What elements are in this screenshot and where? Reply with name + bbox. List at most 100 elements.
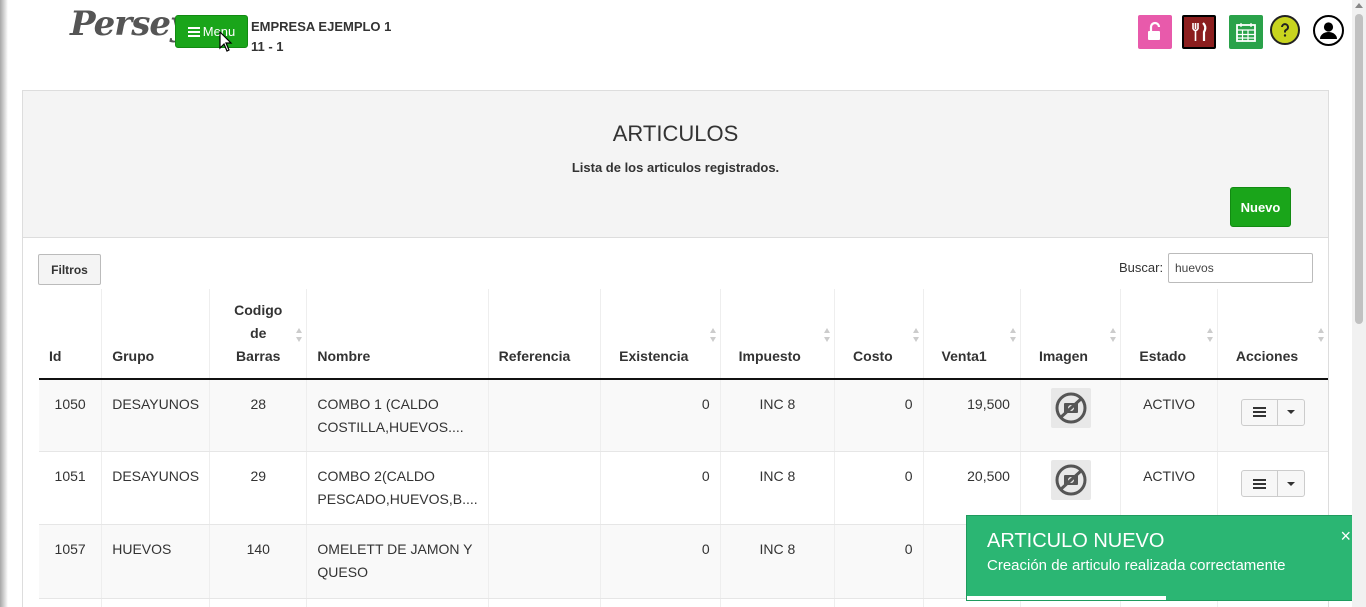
cell-referencia: [488, 524, 602, 599]
toast-title: ARTICULO NUEVO: [987, 530, 1165, 552]
list-icon: [1252, 478, 1266, 489]
restaurant-button[interactable]: [1182, 15, 1216, 49]
sort-icon: [1110, 328, 1117, 342]
calendar-button[interactable]: [1229, 15, 1263, 49]
company-code: 11 - 1: [251, 39, 284, 54]
help-button[interactable]: [1270, 15, 1300, 45]
mouse-cursor-icon: [219, 31, 233, 52]
cell-impuesto: INC 8: [720, 379, 836, 452]
col-venta1[interactable]: Venta1: [923, 289, 1021, 380]
cell-nombre: OMELETT DE JAMON Y QUESO: [306, 524, 489, 599]
cell-nombre: COMBO 2(CALDO PESCADO,HUEVOS,B....: [306, 451, 489, 525]
cell-codigo: 29: [209, 451, 308, 525]
top-header: Persey Menu EMPRESA EJEMPLO 1 11 - 1: [0, 0, 1352, 70]
hamburger-icon: [187, 26, 200, 37]
no-image-icon[interactable]: [1050, 388, 1091, 428]
cell-grupo: HUEVOS: [101, 524, 211, 599]
cell-costo: 0: [834, 451, 924, 525]
filters-button[interactable]: Filtros: [38, 254, 101, 285]
search-label: Buscar:: [1119, 260, 1164, 275]
cell-grupo: DESAYUNOS: [101, 451, 211, 525]
cell-estado: ACTIVO: [1120, 379, 1218, 452]
cell-acciones: [1217, 451, 1328, 525]
col-costo[interactable]: Costo: [834, 289, 924, 380]
cell-venta1: 20,500: [923, 451, 1021, 525]
card-header: ARTICULOS Lista de los articulos registr…: [23, 91, 1328, 238]
table-row: 1050 DESAYUNOS 28 COMBO 1 (CALDO COSTILLA…: [39, 379, 1328, 452]
col-acciones[interactable]: Acciones: [1217, 289, 1328, 380]
col-imagen[interactable]: Imagen: [1020, 289, 1122, 380]
app-logo[interactable]: Persey: [70, 4, 190, 44]
page-scrollbar[interactable]: [1352, 0, 1366, 607]
new-article-button[interactable]: Nuevo: [1230, 187, 1291, 227]
caret-down-icon: [1286, 481, 1295, 486]
cell-impuesto: INC 8: [720, 451, 836, 525]
sort-icon: [1318, 328, 1324, 342]
cell-imagen: [1020, 379, 1122, 452]
sort-icon: [1206, 328, 1213, 342]
fork-knife-icon: [1192, 22, 1207, 41]
sort-icon: [296, 328, 303, 342]
col-impuesto[interactable]: Impuesto: [720, 289, 836, 380]
cell-grupo: DESAYUNOS: [101, 379, 211, 452]
sort-icon: [912, 328, 919, 342]
sort-icon: [709, 328, 716, 342]
cell-codigo: 28: [209, 379, 308, 452]
actions-dropdown-toggle[interactable]: [1278, 400, 1304, 425]
toast-progress-bar: [967, 596, 1166, 600]
col-existencia[interactable]: Existencia: [600, 289, 721, 380]
table-row: 1051 DESAYUNOS 29 COMBO 2(CALDO PESCADO,H…: [39, 451, 1328, 525]
table-header-row: Id Grupo Codigo de Barras Nombre Referen…: [39, 289, 1328, 380]
actions-button-group: [1240, 398, 1305, 426]
cell-codigo: 140: [209, 524, 308, 599]
success-toast: ARTICULO NUEVO Creación de articulo real…: [966, 515, 1366, 601]
cell-existencia: 0: [600, 451, 721, 525]
scrollbar-thumb[interactable]: [1355, 14, 1363, 324]
close-icon[interactable]: ×: [1340, 526, 1351, 547]
cell-id: 1050: [39, 379, 103, 452]
cell-impuesto: INC 8: [720, 524, 836, 599]
cell-existencia: 0: [600, 524, 721, 599]
cell-costo: 0: [834, 524, 924, 599]
page-title: ARTICULOS: [612, 121, 739, 146]
unlock-icon: [1148, 21, 1161, 40]
actions-menu-button[interactable]: [1242, 399, 1278, 425]
list-icon: [1252, 407, 1266, 417]
actions-dropdown-toggle[interactable]: [1278, 471, 1304, 496]
cell-acciones: [1217, 379, 1328, 452]
left-edge-shadow: [0, 0, 8, 607]
search-input[interactable]: [1168, 253, 1313, 283]
col-estado[interactable]: Estado: [1120, 289, 1218, 380]
page-subtitle: Lista de los articulos registrados.: [571, 160, 780, 175]
company-name: EMPRESA EJEMPLO 1: [251, 19, 392, 34]
col-referencia[interactable]: Referencia: [488, 289, 602, 380]
col-nombre[interactable]: Nombre: [306, 289, 489, 380]
user-profile-button[interactable]: [1313, 15, 1344, 46]
toast-message: Creación de articulo realizada correctam…: [987, 557, 1286, 574]
cell-id: 1051: [39, 451, 103, 525]
col-id[interactable]: Id: [39, 289, 103, 380]
cell-venta1: 19,500: [923, 379, 1021, 452]
unlock-button[interactable]: [1138, 15, 1172, 49]
company-info: EMPRESA EJEMPLO 1 11 - 1: [251, 17, 391, 57]
cell-id: 1057: [39, 524, 103, 599]
menu-button[interactable]: Menu: [175, 15, 248, 48]
scroll-up-arrow-icon[interactable]: [1355, 3, 1363, 8]
question-mark-icon: [1281, 23, 1289, 37]
col-grupo[interactable]: Grupo: [101, 289, 211, 380]
sort-icon: [824, 328, 831, 342]
calendar-icon: [1236, 23, 1256, 42]
cell-referencia: [488, 451, 602, 525]
cell-referencia: [488, 379, 602, 452]
cell-imagen: [1020, 451, 1122, 525]
cell-nombre: COMBO 1 (CALDO COSTILLA,HUEVOS....: [306, 379, 489, 452]
cell-existencia: 0: [600, 379, 721, 452]
caret-down-icon: [1286, 410, 1295, 414]
actions-button-group: [1240, 470, 1305, 497]
actions-menu-button[interactable]: [1242, 471, 1278, 496]
no-image-icon[interactable]: [1050, 459, 1091, 500]
cell-estado: ACTIVO: [1120, 451, 1218, 525]
col-codigo-barras[interactable]: Codigo de Barras: [209, 289, 308, 380]
sort-icon: [1009, 328, 1016, 342]
cell-costo: 0: [834, 379, 924, 452]
